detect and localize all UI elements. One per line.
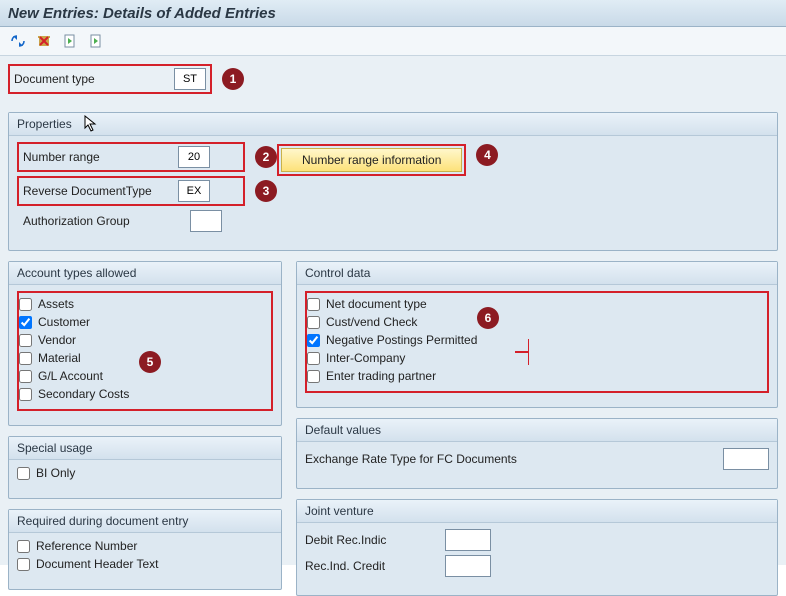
callout-6: 6	[477, 307, 499, 329]
cb-secondary[interactable]	[19, 388, 32, 401]
cb-gl-label: G/L Account	[38, 369, 103, 383]
debit-rec-input[interactable]	[445, 529, 491, 551]
cb-intercompany-label: Inter-Company	[326, 351, 405, 365]
callout-3: 3	[255, 180, 277, 202]
control-data-panel: Control data Net document type Cust/vend…	[296, 261, 778, 408]
debit-rec-label: Debit Rec.Indic	[305, 533, 445, 547]
cb-custvend[interactable]	[307, 316, 320, 329]
exch-rate-label: Exchange Rate Type for FC Documents	[305, 452, 723, 466]
cb-customer[interactable]	[19, 316, 32, 329]
callout-1: 1	[222, 68, 244, 90]
cb-material[interactable]	[19, 352, 32, 365]
cb-neg-post-label: Negative Postings Permitted	[326, 333, 477, 347]
special-usage-panel: Special usage BI Only	[8, 436, 282, 499]
joint-venture-panel: Joint venture Debit Rec.Indic Rec.Ind. C…	[296, 499, 778, 596]
properties-header: Properties	[9, 113, 777, 136]
cb-neg-post[interactable]	[307, 334, 320, 347]
default-values-panel: Default values Exchange Rate Type for FC…	[296, 418, 778, 489]
cb-bi-only[interactable]	[17, 467, 30, 480]
cb-ref-number[interactable]	[17, 540, 30, 553]
toggle-icon[interactable]	[10, 33, 26, 49]
rec-credit-input[interactable]	[445, 555, 491, 577]
joint-venture-header: Joint venture	[297, 500, 777, 523]
number-range-input[interactable]	[178, 146, 210, 168]
cb-assets-label: Assets	[38, 297, 74, 311]
auth-group-label: Authorization Group	[17, 214, 190, 228]
cb-doc-header[interactable]	[17, 558, 30, 571]
cb-assets[interactable]	[19, 298, 32, 311]
cb-net-doc[interactable]	[307, 298, 320, 311]
cb-custvend-label: Cust/vend Check	[326, 315, 417, 329]
default-values-header: Default values	[297, 419, 777, 442]
cb-vendor[interactable]	[19, 334, 32, 347]
number-range-highlight: Number range	[17, 142, 245, 172]
toolbar	[0, 27, 786, 56]
auth-group-input[interactable]	[190, 210, 222, 232]
reverse-doc-input[interactable]	[178, 180, 210, 202]
cb-net-doc-label: Net document type	[326, 297, 427, 311]
nr-info-highlight: Number range information	[277, 144, 466, 176]
required-entry-header: Required during document entry	[9, 510, 281, 533]
account-types-panel: Account types allowed Assets Customer Ve…	[8, 261, 282, 426]
cb-intercompany[interactable]	[307, 352, 320, 365]
cb-trading-partner[interactable]	[307, 370, 320, 383]
callout-4: 4	[476, 144, 498, 166]
cb-ref-number-label: Reference Number	[36, 539, 137, 553]
cb-material-label: Material	[38, 351, 81, 365]
callout-5: 5	[139, 351, 161, 373]
page-title: New Entries: Details of Added Entries	[8, 5, 276, 22]
doc-type-label: Document type	[14, 72, 174, 86]
prev-page-icon[interactable]	[62, 33, 78, 49]
cb-customer-label: Customer	[38, 315, 90, 329]
cb-vendor-label: Vendor	[38, 333, 76, 347]
rec-credit-label: Rec.Ind. Credit	[305, 559, 445, 573]
callout-2: 2	[255, 146, 277, 168]
next-page-icon[interactable]	[88, 33, 104, 49]
doc-type-input[interactable]	[174, 68, 206, 90]
cb-bi-only-label: BI Only	[36, 466, 75, 480]
delete-icon[interactable]	[36, 33, 52, 49]
properties-panel: Properties Number range 2 Reverse Docume…	[8, 112, 778, 251]
title-bar: New Entries: Details of Added Entries	[0, 0, 786, 27]
cb-gl[interactable]	[19, 370, 32, 383]
control-data-header: Control data	[297, 262, 777, 285]
required-entry-panel: Required during document entry Reference…	[8, 509, 282, 590]
cb-trading-partner-label: Enter trading partner	[326, 369, 436, 383]
cb-doc-header-label: Document Header Text	[36, 557, 159, 571]
doc-type-highlight: Document type	[8, 64, 212, 94]
reverse-doc-highlight: Reverse DocumentType	[17, 176, 245, 206]
number-range-info-button[interactable]: Number range information	[281, 148, 462, 172]
cb-secondary-label: Secondary Costs	[38, 387, 129, 401]
number-range-label: Number range	[23, 150, 178, 164]
account-types-header: Account types allowed	[9, 262, 281, 285]
reverse-doc-label: Reverse DocumentType	[23, 184, 178, 198]
exch-rate-input[interactable]	[723, 448, 769, 470]
special-usage-header: Special usage	[9, 437, 281, 460]
